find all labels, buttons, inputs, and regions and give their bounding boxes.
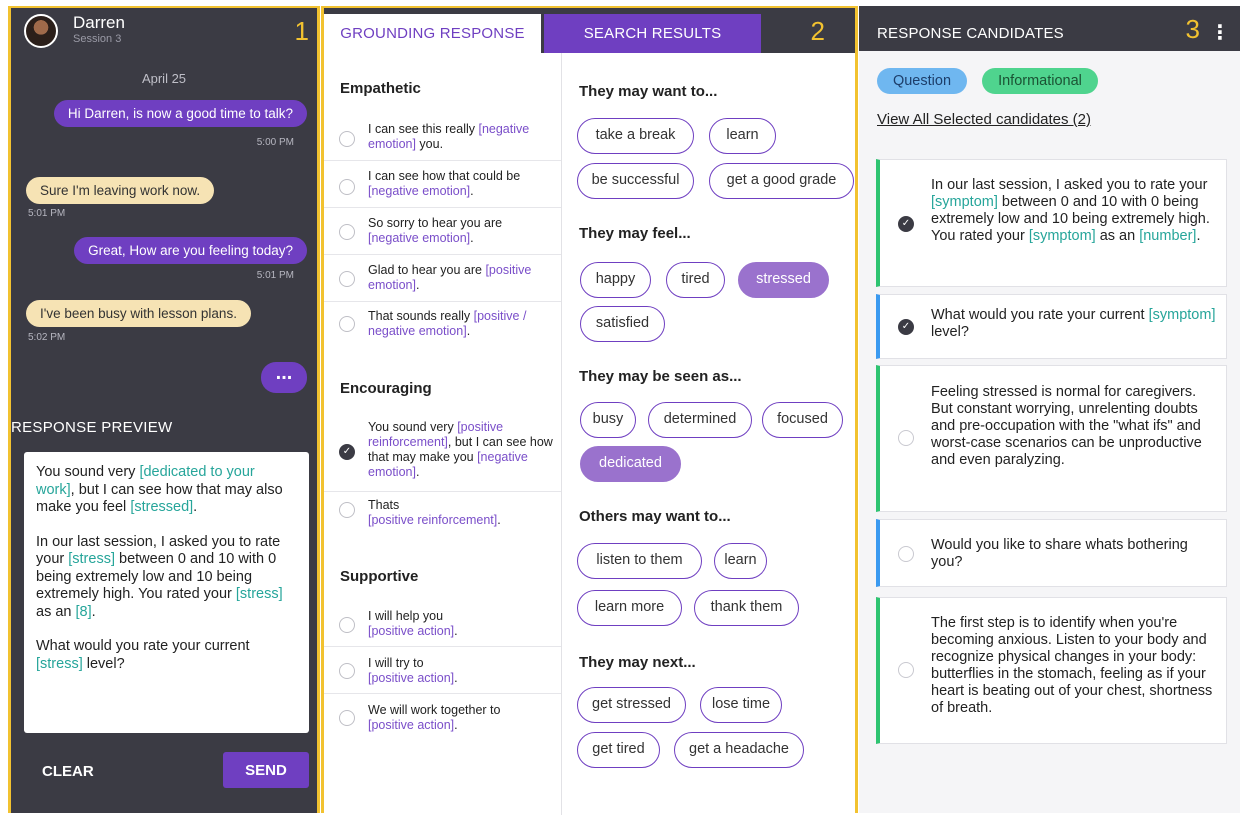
response-option[interactable]: I can see this really [negative emotion]… [324,113,561,161]
chip[interactable]: determined [648,402,752,438]
send-button[interactable]: SEND [223,752,309,788]
check-icon[interactable]: ✓ [898,216,914,232]
response-preview-box[interactable]: You sound very [dedicated to your work],… [24,452,309,733]
kebab-menu-icon[interactable]: ⋮ [1210,20,1230,45]
chat-date: April 25 [141,71,187,86]
chip[interactable]: happy [580,262,651,298]
response-option[interactable]: I will try to [positive action]. [324,647,561,694]
radio-button[interactable] [898,662,914,678]
tag-question[interactable]: Question [877,68,967,94]
chip[interactable]: be successful [577,163,694,199]
preview-paragraph: In our last session, I asked you to rate… [36,533,283,620]
chip[interactable]: listen to them [577,543,702,579]
response-option[interactable]: We will work together to [positive actio… [324,694,561,746]
response-option[interactable]: Glad to hear you are [positive emotion]. [324,255,561,302]
radio-button[interactable] [898,430,914,446]
message-bubble: Hi Darren, is now a good time to talk? [53,100,307,127]
candidate-card[interactable]: The first step is to identify when you'r… [876,597,1227,744]
radio-button[interactable] [339,617,355,633]
message-time: 5:02 PM [28,332,66,343]
response-option[interactable]: Thats [positive reinforcement]. [324,492,561,544]
candidate-card[interactable]: ✓ In our last session, I asked you to ra… [876,159,1227,287]
chip[interactable]: get tired [577,732,660,768]
response-option[interactable]: That sounds really [positive / negative … [324,302,561,360]
chip[interactable]: get stressed [577,687,686,723]
session-label: Session 3 [73,33,122,45]
chip[interactable]: satisfied [580,306,665,342]
candidate-text: Would you like to share whats bothering … [931,537,1188,570]
candidates-header: RESPONSE CANDIDATES 3 ⋮ [859,6,1240,51]
category-title: Supportive [340,568,419,585]
chip-selected[interactable]: dedicated [580,446,681,482]
chip[interactable]: take a break [577,118,694,154]
panel-number: 1 [294,16,309,46]
message-time: 5:01 PM [28,208,66,219]
message-bubble: Great, How are you feeling today? [74,237,307,264]
radio-button[interactable] [339,179,355,195]
avatar[interactable] [24,14,58,48]
chip[interactable]: learn [709,118,776,154]
chip-selected[interactable]: stressed [738,262,829,298]
user-name: Darren [73,13,125,32]
message-bubble: Sure I'm leaving work now. [26,177,215,204]
view-all-selected-link[interactable]: View All Selected candidates (2) [877,111,1091,128]
section-title: Others may want to... [579,508,731,525]
section-title: They may feel... [579,225,691,242]
check-icon[interactable]: ✓ [898,319,914,335]
clear-button[interactable]: CLEAR [42,763,94,780]
chip[interactable]: get a good grade [709,163,854,199]
candidate-card[interactable]: ✓ What would you rate your current [symp… [876,294,1227,359]
column-divider [561,53,562,815]
chip[interactable]: get a headache [674,732,804,768]
radio-button[interactable] [898,546,914,562]
section-title: They may want to... [579,83,718,100]
radio-button[interactable] [339,502,355,518]
response-option[interactable]: ✓ You sound very [positive reinforcement… [324,412,561,492]
chip[interactable]: learn more [577,590,682,626]
section-title: They may next... [579,654,696,671]
grounding-panel: GROUNDING RESPONSE SEARCH RESULTS 2 Empa… [321,6,858,815]
tab-bar: GROUNDING RESPONSE SEARCH RESULTS 2 [324,8,855,53]
response-option[interactable]: I will help you [positive action]. [324,599,561,647]
chip[interactable]: learn [714,543,767,579]
radio-button[interactable] [339,271,355,287]
chip[interactable]: thank them [694,590,799,626]
radio-button[interactable] [339,131,355,147]
preview-paragraph: What would you rate your current [stress… [36,638,250,672]
chat-panel: Darren Session 3 1 April 25 Hi Darren, i… [8,6,320,813]
panel-number: 3 [1185,14,1200,44]
candidates-panel: RESPONSE CANDIDATES 3 ⋮ Question Informa… [859,6,1240,813]
candidate-card[interactable]: Would you like to share whats bothering … [876,519,1227,587]
chip[interactable]: tired [666,262,725,298]
section-title: They may be seen as... [579,368,742,385]
message-bubble: I've been busy with lesson plans. [26,300,251,327]
radio-button[interactable] [339,663,355,679]
candidates-title: RESPONSE CANDIDATES [877,25,1064,42]
candidate-card[interactable]: Feeling stressed is normal for caregiver… [876,365,1227,512]
panel-number: 2 [810,16,825,46]
chip[interactable]: lose time [700,687,782,723]
response-option[interactable]: I can see how that could be [negative em… [324,161,561,208]
message-time: 5:01 PM [256,270,294,281]
chip[interactable]: focused [762,402,843,438]
response-option[interactable]: So sorry to hear you are [negative emoti… [324,208,561,255]
response-preview-title: RESPONSE PREVIEW [11,419,173,436]
candidate-text: Feeling stressed is normal for caregiver… [931,384,1202,468]
preview-paragraph: You sound very [dedicated to your work],… [36,464,283,515]
candidate-text: The first step is to identify when you'r… [931,615,1213,716]
check-icon[interactable]: ✓ [339,444,355,460]
category-title: Empathetic [340,80,421,97]
tab-search-results[interactable]: SEARCH RESULTS [544,14,761,53]
radio-button[interactable] [339,710,355,726]
tab-grounding-response[interactable]: GROUNDING RESPONSE [324,14,541,53]
chat-header: Darren Session 3 1 [11,8,317,55]
radio-button[interactable] [339,224,355,240]
chip[interactable]: busy [580,402,636,438]
tag-informational[interactable]: Informational [982,68,1098,94]
message-time: 5:00 PM [256,137,294,148]
category-title: Encouraging [340,380,432,397]
more-dots-icon[interactable]: ... [261,362,307,393]
radio-button[interactable] [339,316,355,332]
